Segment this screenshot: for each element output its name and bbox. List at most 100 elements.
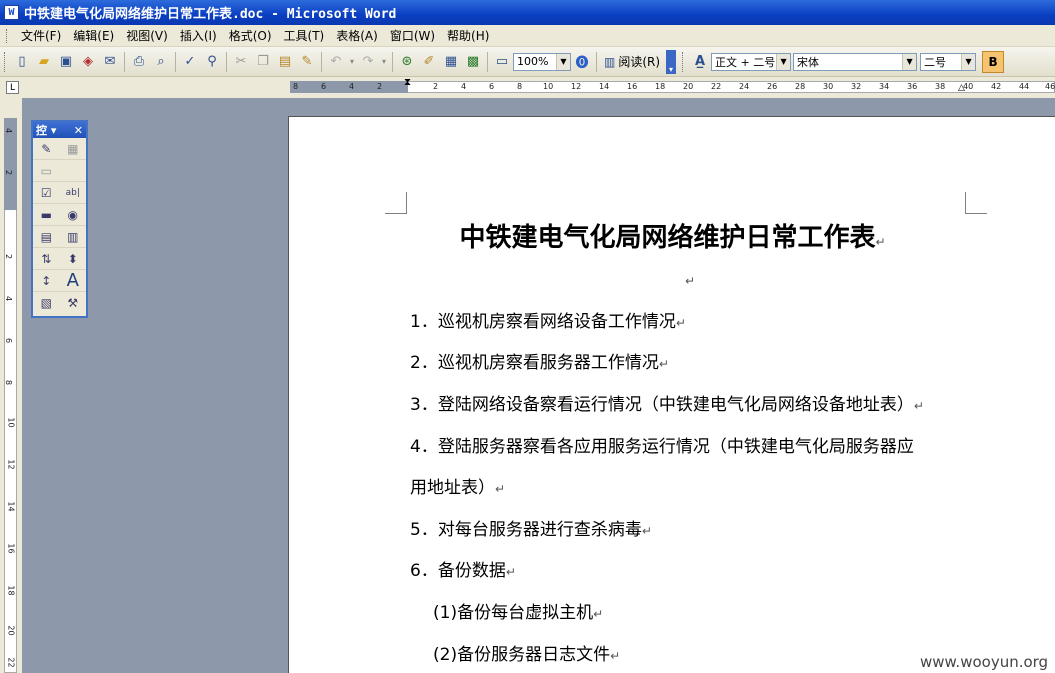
close-icon[interactable]: ✕ [74, 124, 83, 137]
list-item[interactable]: 4．登陆服务器察看各应用服务运行情况（中铁建电气化局服务器应 [410, 432, 914, 457]
menu-edit[interactable]: 编辑(E) [67, 27, 120, 44]
read-button[interactable]: ▥ 阅读(R) [600, 53, 664, 70]
list-item[interactable]: 3．登陆网络设备察看运行情况（中铁建电气化局网络设备地址表）↵ [410, 390, 924, 415]
menu-window[interactable]: 窗口(W) [384, 27, 441, 44]
email-icon[interactable]: ✉ [99, 51, 121, 73]
bold-button[interactable]: B [982, 50, 1005, 73]
textbox-icon[interactable]: ab| [63, 184, 83, 202]
menu-bar: 文件(F) 编辑(E) 视图(V) 插入(I) 格式(O) 工具(T) 表格(A… [0, 25, 1055, 47]
spin-button-icon[interactable]: ⬍ [63, 250, 83, 268]
vertical-ruler[interactable]: 4 2 2 4 6 8 10 12 14 16 18 20 22 [0, 98, 22, 673]
redo-icon[interactable]: ↷ [357, 51, 379, 73]
indent-marker-icon[interactable]: ⧗ [404, 78, 411, 88]
undo-icon[interactable]: ↶ [325, 51, 347, 73]
list-item[interactable]: 1．巡视机房察看网络设备工作情况↵ [410, 307, 686, 332]
paragraph-mark: ↵ [675, 316, 686, 330]
ruler-number: 30 [823, 82, 834, 91]
format-painter-icon[interactable]: ✎ [296, 51, 318, 73]
list-item[interactable]: 6．备份数据↵ [410, 556, 516, 581]
list-item[interactable]: 2．巡视机房察看服务器工作情况↵ [410, 348, 669, 373]
toolbar-options-icon[interactable]: ▾ [666, 49, 677, 74]
label-icon[interactable]: A [63, 270, 83, 291]
styles-formatting-icon[interactable]: A̲ [689, 51, 711, 73]
ruler-number: 2 [433, 82, 439, 91]
control-toolbox: 控 ▾ ✕ ✎ ▦ ▭ ☑ ab| ▬ ◉ ▤ ▥ ⇅ ⬍ ↕ A ▧ ⚒ [31, 120, 88, 318]
ruler-number: 4 [4, 127, 14, 134]
paragraph-mark: ↵ [641, 524, 652, 538]
margin-corner-mark [385, 192, 407, 214]
cut-icon[interactable]: ✂ [230, 51, 252, 73]
ruler-number: 42 [991, 82, 1002, 91]
scroll-bar-icon[interactable]: ↕ [36, 272, 56, 290]
document-title[interactable]: 中铁建电气化局网络维护日常工作表↵ [289, 217, 1055, 254]
menu-file[interactable]: 文件(F) [15, 27, 67, 44]
combo-box-icon[interactable]: ▥ [63, 228, 83, 246]
formatting-toolbar-grip[interactable] [682, 51, 685, 72]
print-preview-icon[interactable]: ⌕ [150, 51, 172, 73]
tables-borders-icon[interactable]: ✐ [418, 51, 440, 73]
style-select[interactable]: 正文 + 二号 ▼ [711, 52, 792, 71]
ruler-number: 24 [739, 82, 750, 91]
toolbar-grip[interactable] [4, 51, 7, 72]
view-code-icon[interactable]: ▭ [36, 162, 56, 180]
ruler-number: 6 [321, 82, 327, 91]
zoom-select[interactable]: 100% ▼ [513, 52, 571, 71]
undo-dropdown-icon[interactable]: ▾ [347, 51, 357, 73]
document-map-icon[interactable]: ▭ [491, 51, 513, 73]
option-button-icon[interactable]: ◉ [63, 206, 83, 224]
insert-excel-icon[interactable]: ▩ [462, 51, 484, 73]
menu-tools[interactable]: 工具(T) [278, 27, 331, 44]
paste-icon[interactable]: ▤ [274, 51, 296, 73]
font-select[interactable]: 宋体 ▼ [793, 52, 918, 71]
control-toolbox-titlebar[interactable]: 控 ▾ ✕ [33, 122, 86, 138]
chevron-down-icon[interactable]: ▼ [556, 53, 570, 70]
print-icon[interactable]: ⎙ [128, 51, 150, 73]
window-title: 中铁建电气化局网络维护日常工作表.doc - Microsoft Word [24, 7, 397, 22]
chevron-down-icon[interactable]: ▼ [776, 53, 791, 70]
hyperlink-icon[interactable]: ⊛ [396, 51, 418, 73]
horizontal-ruler[interactable]: 8 6 4 2 ⧗ 2 4 6 8 10 12 14 16 18 20 22 2… [26, 77, 1055, 98]
menu-insert[interactable]: 插入(I) [174, 27, 223, 44]
ruler-number: 12 [6, 459, 16, 470]
sub-list-item[interactable]: (2)备份服务器日志文件↵ [433, 640, 620, 665]
menu-grip[interactable] [6, 28, 9, 43]
research-icon[interactable]: ⚲ [201, 51, 223, 73]
toggle-button-icon[interactable]: ⇅ [36, 250, 56, 268]
menu-format[interactable]: 格式(O) [223, 27, 278, 44]
ruler-number: 26 [767, 82, 778, 91]
image-icon[interactable]: ▧ [36, 294, 56, 312]
list-item[interactable]: 5．对每台服务器进行查杀病毒↵ [410, 515, 652, 540]
copy-icon[interactable]: ❐ [252, 51, 274, 73]
menu-help[interactable]: 帮助(H) [441, 27, 495, 44]
save-icon[interactable]: ▣ [55, 51, 77, 73]
spelling-icon[interactable]: ✓ [179, 51, 201, 73]
list-item-continuation[interactable]: 用地址表）↵ [410, 473, 505, 498]
open-folder-icon[interactable]: ▰ [33, 51, 55, 73]
ruler-number: 20 [683, 82, 694, 91]
toolbar-separator [124, 51, 125, 72]
toolbar-separator [175, 51, 176, 72]
list-box-icon[interactable]: ▤ [36, 228, 56, 246]
font-size-select[interactable]: 二号 ▼ [920, 52, 977, 71]
checkbox-icon[interactable]: ☑ [36, 184, 56, 202]
permission-icon[interactable]: ◈ [77, 51, 99, 73]
new-document-icon[interactable]: ▯ [11, 51, 33, 73]
chevron-down-icon[interactable]: ▼ [902, 53, 917, 70]
help-icon[interactable]: ⓿ [571, 51, 593, 73]
tab-selector-icon[interactable]: L [6, 81, 19, 94]
menu-table[interactable]: 表格(A) [330, 27, 384, 44]
ruler-number: 2 [4, 253, 14, 260]
properties-icon[interactable]: ▦ [63, 140, 83, 158]
more-controls-icon[interactable]: ⚒ [63, 294, 83, 312]
chevron-down-icon[interactable]: ▼ [961, 53, 976, 70]
insert-table-icon[interactable]: ▦ [440, 51, 462, 73]
style-value: 正文 + 二号 [715, 55, 776, 69]
document-page[interactable]: 中铁建电气化局网络维护日常工作表↵ ↵ 1．巡视机房察看网络设备工作情况↵ 2．… [288, 116, 1055, 673]
command-button-icon[interactable]: ▬ [36, 206, 56, 224]
sub-list-item[interactable]: (1)备份每台虚拟主机↵ [433, 598, 603, 623]
redo-dropdown-icon[interactable]: ▾ [379, 51, 389, 73]
design-mode-icon[interactable]: ✎ [36, 140, 56, 158]
word-app-icon[interactable]: W [4, 5, 19, 20]
ruler-number: 8 [4, 379, 14, 386]
menu-view[interactable]: 视图(V) [120, 27, 174, 44]
